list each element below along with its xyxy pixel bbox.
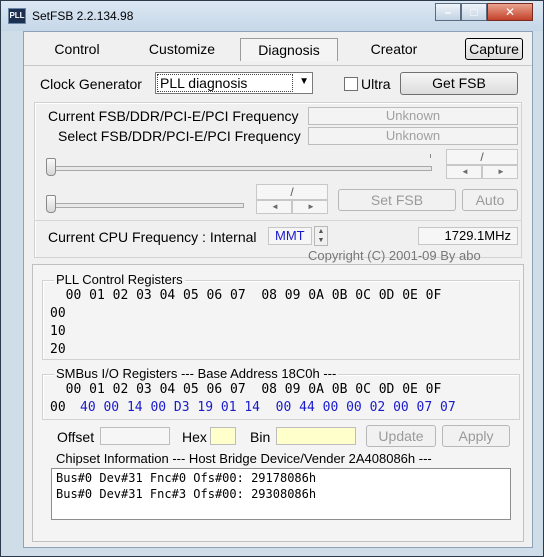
pll-header: 00 01 02 03 04 05 06 07 08 09 0A 0B 0C 0… bbox=[50, 288, 442, 303]
minimize-icon: – bbox=[444, 5, 452, 19]
client-area: Control Customize Diagnosis Creator Capt… bbox=[23, 31, 533, 548]
auto-button[interactable]: Auto bbox=[462, 189, 518, 211]
maximize-button[interactable]: □ bbox=[461, 3, 487, 21]
apply-button[interactable]: Apply bbox=[442, 425, 510, 447]
ram-spin-right-button[interactable]: ► bbox=[292, 200, 328, 214]
smbus-row-label: 00 bbox=[50, 400, 66, 415]
window-title: SetFSB 2.2.134.98 bbox=[32, 9, 134, 23]
minimize-button[interactable]: – bbox=[435, 3, 461, 21]
fsb-slider-track[interactable] bbox=[46, 166, 432, 171]
pll-row-label: 00 bbox=[50, 306, 66, 321]
spin-right-button[interactable]: ► bbox=[482, 165, 518, 179]
bin-label: Bin bbox=[250, 429, 271, 445]
hex-label: Hex bbox=[182, 429, 207, 445]
capture-button[interactable]: Capture bbox=[465, 38, 523, 60]
select-fsb-label: Select FSB/DDR/PCI-E/PCI Frequency bbox=[58, 128, 301, 144]
bin-field[interactable] bbox=[276, 427, 356, 445]
current-fsb-label: Current FSB/DDR/PCI-E/PCI Frequency bbox=[48, 108, 299, 124]
mode-spinner[interactable]: ▲ ▼ bbox=[314, 226, 328, 246]
down-arrow-icon: ▼ bbox=[317, 237, 325, 244]
offset-field[interactable] bbox=[100, 427, 170, 445]
chipset-title: Chipset Information --- Host Bridge Devi… bbox=[56, 451, 432, 466]
ram-spin-left-button[interactable]: ◄ bbox=[256, 200, 292, 214]
left-arrow-icon: ◄ bbox=[461, 167, 469, 176]
tab-control[interactable]: Control bbox=[42, 38, 112, 60]
copyright-text: Copyright (C) 2001-09 By abo bbox=[308, 248, 481, 263]
spin-left-button[interactable]: ◄ bbox=[446, 165, 482, 179]
hex-field[interactable] bbox=[210, 427, 236, 445]
chipset-line: Bus#0 Dev#31 Fnc#0 Ofs#00: 29178086h bbox=[56, 471, 317, 485]
chevron-down-icon: ▼ bbox=[299, 76, 309, 87]
fsb-slider-thumb[interactable] bbox=[46, 158, 56, 176]
cpu-frequency-label: Current CPU Frequency : Internal bbox=[48, 229, 257, 245]
pll-row-label: 20 bbox=[50, 342, 66, 357]
right-arrow-icon: ► bbox=[497, 167, 505, 176]
smbus-header: 00 01 02 03 04 05 06 07 08 09 0A 0B 0C 0… bbox=[50, 382, 442, 397]
right-arrow-icon: ► bbox=[307, 202, 315, 211]
tab-divider bbox=[24, 65, 532, 66]
close-icon: ✕ bbox=[504, 5, 516, 19]
ram-slider-track[interactable] bbox=[46, 203, 244, 208]
clock-generator-select[interactable]: PLL diagnosis ▼ bbox=[155, 72, 313, 94]
clock-generator-label: Clock Generator bbox=[40, 76, 142, 92]
ultra-label: Ultra bbox=[361, 76, 391, 92]
clock-generator-value: PLL diagnosis bbox=[157, 74, 293, 92]
smbus-row-values: 40 00 14 00 D3 19 01 14 00 44 00 00 02 0… bbox=[80, 400, 456, 415]
maximize-icon: □ bbox=[470, 5, 478, 19]
app-icon: PLL bbox=[8, 8, 26, 24]
chipset-line: Bus#0 Dev#31 Fnc#3 Ofs#00: 29308086h bbox=[56, 487, 317, 501]
cpu-separator bbox=[34, 220, 522, 221]
left-arrow-icon: ◄ bbox=[271, 202, 279, 211]
ram-spin-field[interactable]: / bbox=[256, 184, 328, 200]
slider-tick bbox=[430, 154, 431, 158]
ram-slider-thumb[interactable] bbox=[46, 195, 56, 213]
close-button[interactable]: ✕ bbox=[487, 3, 533, 21]
cpu-frequency-value: 1729.1MHz bbox=[418, 227, 518, 245]
smbus-registers-title: SMBus I/O Registers --- Base Address 18C… bbox=[54, 366, 339, 381]
up-arrow-icon: ▲ bbox=[317, 228, 325, 235]
pll-registers-title: PLL Control Registers bbox=[54, 272, 185, 287]
set-fsb-button[interactable]: Set FSB bbox=[338, 189, 456, 211]
setfsb-window: PLL SetFSB 2.2.134.98 – □ ✕ Control Cust… bbox=[0, 0, 544, 557]
current-fsb-field: Unknown bbox=[308, 107, 518, 125]
offset-label: Offset bbox=[57, 429, 95, 445]
cpu-mode-field[interactable]: MMT bbox=[268, 227, 312, 245]
tab-bar: Control Customize Diagnosis Creator Capt… bbox=[24, 32, 532, 66]
ultra-checkbox[interactable] bbox=[344, 77, 358, 91]
tab-diagnosis[interactable]: Diagnosis bbox=[240, 38, 338, 61]
get-fsb-button[interactable]: Get FSB bbox=[400, 72, 518, 95]
pll-row-label: 10 bbox=[50, 324, 66, 339]
tab-creator[interactable]: Creator bbox=[358, 38, 430, 60]
chipset-info-box[interactable]: Bus#0 Dev#31 Fnc#0 Ofs#00: 29178086h Bus… bbox=[51, 468, 511, 520]
select-fsb-field: Unknown bbox=[308, 127, 518, 145]
title-bar[interactable]: PLL SetFSB 2.2.134.98 – □ ✕ bbox=[1, 1, 543, 31]
tab-customize[interactable]: Customize bbox=[140, 38, 224, 60]
update-button[interactable]: Update bbox=[366, 425, 436, 447]
fsb-spin-field[interactable]: / bbox=[446, 149, 518, 165]
